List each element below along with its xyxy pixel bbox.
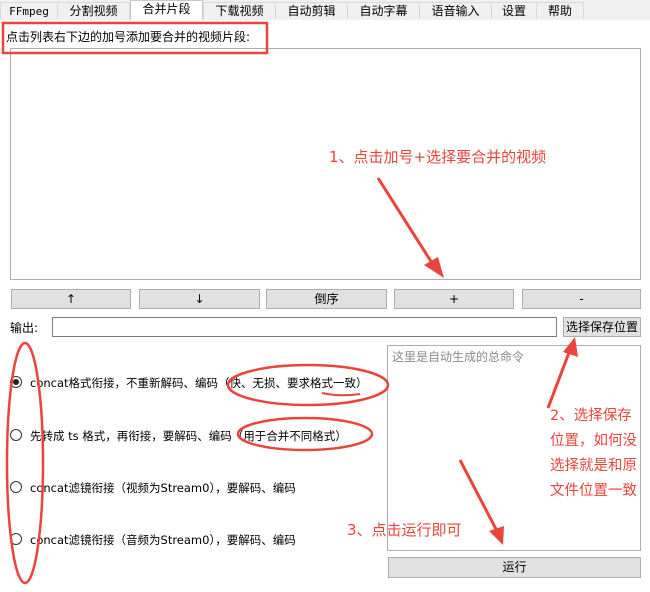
tab-merge-segments[interactable]: 合并片段: [130, 0, 203, 21]
hint-label: 点击列表右下边的加号添加要合并的视频片段:: [6, 30, 251, 44]
annotation-step1: 1、点击加号+选择要合并的视频: [329, 148, 547, 166]
choose-save-location-button[interactable]: 选择保存位置: [563, 317, 641, 337]
tab-help[interactable]: 帮助: [536, 2, 584, 19]
option-radio-concat-filter-video[interactable]: [10, 481, 22, 493]
option-radio-concat-filter-audio[interactable]: [10, 533, 22, 545]
annotation-step3: 3、点击运行即可: [347, 521, 462, 539]
option-radio-ts-convert[interactable]: [10, 429, 22, 441]
move-down-button[interactable]: ↓: [139, 289, 260, 309]
move-up-button[interactable]: ↑: [11, 289, 131, 309]
tab-voice-input[interactable]: 语音输入: [419, 2, 492, 19]
remove-segment-button[interactable]: -: [522, 289, 641, 309]
tab-auto-edit[interactable]: 自动剪辑: [275, 2, 348, 19]
segment-list[interactable]: [10, 48, 641, 280]
tab-settings[interactable]: 设置: [491, 2, 537, 19]
output-path-field[interactable]: [52, 317, 557, 337]
tab-ffmpeg[interactable]: FFmpeg: [0, 2, 58, 19]
run-button[interactable]: 运行: [388, 557, 641, 578]
option-radio-concat-format[interactable]: [10, 376, 22, 388]
option-label-ts-convert[interactable]: 先转成 ts 格式，再衔接，要解码、编码（用于合并不同格式）: [30, 428, 347, 444]
annotation-step2: 2、选择保存位置，如何没选择就是和原文件位置一致: [550, 408, 637, 499]
output-label: 输出:: [10, 321, 39, 335]
reverse-button[interactable]: 倒序: [266, 289, 387, 309]
tab-auto-subtitle[interactable]: 自动字幕: [347, 2, 420, 19]
tab-split-video[interactable]: 分割视频: [57, 2, 130, 19]
command-placeholder: 这里是自动生成的总命令: [392, 350, 525, 364]
option-label-concat-filter-audio[interactable]: concat滤镜衔接（音频为Stream0），要解码、编码: [30, 532, 296, 548]
option-label-concat-filter-video[interactable]: concat滤镜衔接（视频为Stream0），要解码、编码: [30, 480, 296, 496]
option-label-concat-format[interactable]: concat格式衔接，不重新解码、编码（快、无损、要求格式一致）: [30, 375, 368, 391]
tab-download-video[interactable]: 下载视频: [203, 2, 276, 19]
tab-bar: FFmpeg 分割视频 合并片段 下载视频 自动剪辑 自动字幕 语音输入 设置 …: [0, 0, 650, 21]
add-segment-button[interactable]: +: [394, 289, 514, 309]
